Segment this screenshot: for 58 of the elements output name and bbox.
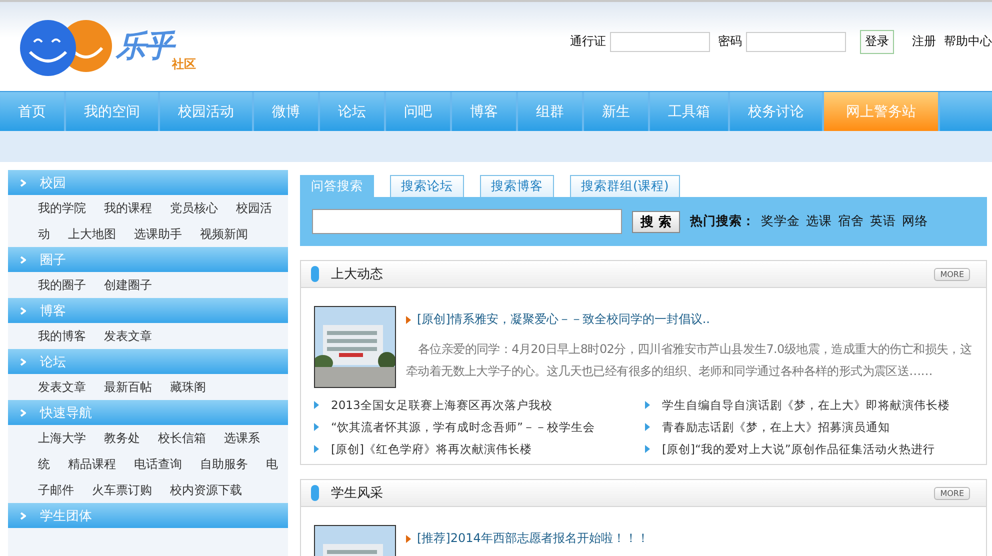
news-link[interactable]: [原创]“我的爱对上大说”原创作品征集活动火热进行 — [645, 438, 976, 460]
header-link[interactable]: 帮助中心 — [944, 33, 992, 50]
username-field[interactable] — [610, 32, 710, 52]
hot-search-link[interactable]: 宿舍 — [838, 213, 864, 230]
sidebar-links[interactable]: 我的圈子 创建圈子 — [8, 272, 288, 298]
sidebar-title: 学生团体 — [40, 508, 92, 524]
sidebar-title: 博客 — [40, 302, 66, 320]
panel-title: 学生风采 — [331, 485, 384, 502]
headline-link[interactable]: [推荐]2014年西部志愿者报名开始啦！！！ — [406, 530, 649, 547]
hot-search-link[interactable]: 选课 — [806, 213, 832, 230]
login-button[interactable]: 登录 — [860, 30, 894, 54]
news-summary: 各位亲爱的同学：4月20日早上8时02分，四川省雅安市芦山县发生7.0级地震，造成重大的伤亡和损失，这牵动着无数上大学子的心。这几天也已经有很多的组织、老师和同学通过各种各样的形式为震区送…… — [406, 341, 973, 380]
hot-search-link[interactable]: 英语 — [870, 213, 896, 230]
pill-icon — [311, 266, 319, 282]
triangle-icon — [406, 534, 411, 542]
pill-icon — [311, 485, 319, 501]
bullet-icon — [314, 401, 319, 409]
search-tab[interactable]: 搜索博客 — [480, 175, 554, 197]
chevron-icon — [20, 408, 26, 416]
sidebar-links[interactable]: 我的学院 我的课程 党员核心 校园活动 上大地图 选课助手 视频新闻 — [8, 195, 288, 247]
chevron-icon — [20, 512, 26, 520]
sidebar-title: 论坛 — [40, 354, 66, 370]
username-label: 通行证 — [570, 33, 606, 50]
chevron-icon — [20, 256, 26, 264]
bullet-icon — [314, 423, 319, 431]
more-button[interactable]: MORE — [934, 486, 970, 500]
header-link[interactable]: 注册 — [912, 33, 936, 50]
bullet-icon — [645, 445, 650, 453]
bullet-icon — [314, 445, 319, 453]
more-button[interactable]: MORE — [934, 268, 970, 280]
hot-search-link[interactable]: 网络 — [902, 213, 928, 230]
chevron-icon — [20, 178, 26, 186]
password-label: 密码 — [718, 33, 742, 50]
chevron-icon — [20, 306, 26, 314]
password-field[interactable] — [746, 32, 846, 52]
search-tab[interactable]: 搜索群组(课程) — [570, 175, 680, 197]
news-link[interactable]: “饮其流者怀其源，学有成时念吾师”－－校学生会 — [314, 416, 645, 438]
sidebar-links[interactable]: 发表文章 最新百帖 藏珠阁 — [8, 374, 288, 400]
triangle-icon — [406, 316, 411, 324]
search-field[interactable] — [312, 209, 622, 234]
sidebar-links[interactable]: 上海大学 教务处 校长信箱 选课系统 精品课程 电话查询 自助服务 电子邮件 火车票订购 校内资源下载 — [8, 425, 288, 503]
panel-title: 上大动态 — [331, 266, 384, 283]
bullet-icon — [645, 401, 650, 409]
chevron-icon — [20, 358, 26, 366]
bullet-icon — [645, 423, 650, 431]
sidebar-title: 圈子 — [40, 252, 66, 268]
hot-search-link[interactable]: 奖学金 — [761, 213, 800, 230]
sidebar-links[interactable]: 我的博客 发表文章 — [8, 323, 288, 349]
hot-search-label: 热门搜索： — [690, 213, 755, 230]
news-link[interactable]: [原创]《红色学府》将再次献演伟长楼 — [314, 438, 645, 460]
news-link[interactable]: 青春励志话剧《梦，在上大》招募演员通知 — [645, 416, 976, 438]
headline-link[interactable]: [原创]情系雅安，凝聚爱心－－致全校同学的一封倡议.. — [406, 311, 976, 328]
news-link[interactable]: 2013全国女足联赛上海赛区再次落户我校 — [314, 394, 645, 416]
news-link[interactable]: 学生自编自导自演话剧《梦，在上大》即将献演伟长楼 — [645, 394, 976, 416]
search-tab[interactable]: 搜索论坛 — [390, 175, 464, 197]
sidebar-title: 快速导航 — [40, 404, 92, 422]
sidebar-title: 校园 — [40, 174, 66, 192]
search-button[interactable]: 搜 索 — [632, 210, 680, 232]
